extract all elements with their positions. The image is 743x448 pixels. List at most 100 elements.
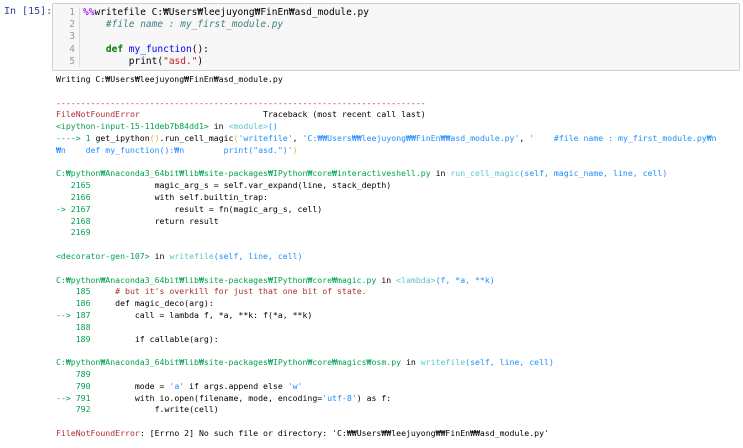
code-token: Traceback (most recent call last): [139, 109, 426, 120]
code-token: call = lambda f, *a, **k: f(*a, **k): [90, 309, 313, 320]
output-line: 2168 return result: [56, 216, 740, 228]
code-token: def magic_deco(arg):: [90, 298, 214, 309]
output-line: FileNotFoundError Traceback (most recent…: [56, 109, 740, 121]
code-token: mode =: [90, 380, 170, 391]
code-token: writefile: [169, 250, 214, 261]
code-token: ,: [519, 132, 530, 143]
code-token: <module>: [228, 121, 268, 132]
code-token: 'a': [169, 380, 185, 391]
code-token: Writing C:₩Users₩leejuyong₩FinEn₩asd_mod…: [56, 74, 283, 84]
code-token: FileNotFoundError: [56, 427, 140, 438]
code-token: C:₩python₩Anaconda3_64bit₩lib₩site-packa…: [56, 168, 431, 179]
code-token: 189: [56, 333, 91, 344]
code-token: writefile: [420, 357, 466, 368]
code-token: 790: [56, 380, 91, 391]
code-cell-input[interactable]: 12345 %%writefile C:₩Users₩leejuyong₩Fin…: [52, 3, 740, 71]
code-token: %%: [83, 7, 95, 18]
output-line: FileNotFoundError: [Errno 2] No such fil…: [56, 428, 740, 440]
output-line: <ipython-input-15-11deb7b84dd1> in <modu…: [56, 121, 740, 133]
code-token: 2168: [56, 215, 91, 226]
code-token: 792: [56, 404, 91, 415]
code-token: run_cell_magic: [450, 168, 520, 179]
code-token: if callable(arg):: [90, 333, 219, 344]
code-token: : [Errno 2] No such file or directory: '…: [139, 427, 549, 438]
code-token: (): [267, 121, 278, 132]
code-token: in: [430, 168, 451, 179]
code-token: C:₩python₩Anaconda3_64bit₩lib₩site-packa…: [56, 357, 402, 368]
code-token: 2165: [56, 180, 91, 191]
code-token: def: [105, 43, 124, 55]
output-line: ----------------------------------------…: [56, 98, 740, 110]
code-token: 789: [56, 368, 91, 379]
code-token: ----------------------------------------…: [56, 97, 426, 108]
code-token: C:₩python₩Anaconda3_64bit₩lib₩site-packa…: [56, 274, 377, 285]
output-line: C:₩python₩Anaconda3_64bit₩lib₩site-packa…: [56, 275, 740, 287]
code-token: in: [401, 357, 421, 368]
code-token: 2169: [56, 227, 91, 238]
code-token: ,: [292, 132, 303, 143]
code-token: FileNotFoundError: [56, 109, 140, 120]
code-token: <ipython-input-15-11deb7b84dd1>: [56, 121, 209, 132]
output-line: 2169: [56, 227, 740, 239]
output-line: 189 if callable(arg):: [56, 334, 740, 346]
code-token: 185: [56, 286, 91, 297]
code-token: magic_arg_s = self.var_expand(line, stac…: [90, 180, 392, 191]
output-line: C:₩python₩Anaconda3_64bit₩lib₩site-packa…: [56, 168, 740, 180]
output-line: --> 791 with io.open(filename, mode, enc…: [56, 393, 740, 405]
code-token: 2166: [56, 191, 91, 202]
code-token: run_cell_magic: [164, 132, 234, 143]
output-line: 790 mode = 'a' if args.append else 'w': [56, 381, 740, 393]
code-token: <decorator-gen-107>: [56, 250, 150, 261]
code-token: 'w': [287, 380, 303, 391]
code-token: in: [149, 250, 170, 261]
code-token: <lambda>: [396, 274, 436, 285]
code-token: #file name : my_first_module.py: [83, 19, 284, 31]
code-line: #file name : my_first_module.py: [83, 19, 733, 31]
code-token: f.write(cell): [90, 404, 219, 415]
output-line: -> 2167 result = fn(magic_arg_s, cell): [56, 204, 740, 216]
code-token: writefile C:₩Users₩leejuyong₩FinEn₩asd_m…: [94, 7, 369, 18]
code-token: print(: [83, 55, 164, 67]
code-token: ₩n def my_function():₩n print("asd.")': [56, 144, 293, 155]
code-token: in: [376, 274, 397, 285]
output-line: --> 187 call = lambda f, *a, **k: f(*a, …: [56, 310, 740, 322]
code-token: 'C:₩₩Users₩₩leejuyong₩₩FinEn₩₩asd_module…: [302, 132, 520, 143]
output-line: 789: [56, 369, 740, 381]
code-token: --> 791: [56, 392, 91, 403]
code-token: --> 187: [56, 309, 91, 320]
code-token: with io.open(filename, mode, encoding=: [90, 392, 323, 403]
cell-output-traceback: Writing C:₩Users₩leejuyong₩FinEn₩asd_mod…: [56, 74, 740, 440]
code-token: (f, *a, **k): [435, 274, 495, 285]
code-token: ' #file name : my_first_module.py₩n: [529, 132, 717, 143]
code-token: ): [197, 55, 204, 67]
output-line: ----> 1 get_ipython().run_cell_magic('wr…: [56, 133, 740, 145]
code-token: ): [292, 144, 298, 155]
code-token: (self, magic_name, line, cell): [519, 168, 668, 179]
code-editor[interactable]: %%writefile C:₩Users₩leejuyong₩FinEn₩asd…: [83, 7, 733, 68]
code-token: ) as f:: [356, 392, 392, 403]
output-line: <decorator-gen-107> in writefile(self, l…: [56, 251, 740, 263]
code-token: # but it's overkill for just that one bi…: [90, 286, 367, 297]
code-token: 'writefile': [238, 132, 293, 143]
code-line: print("asd."): [83, 56, 733, 68]
code-token: return result: [90, 215, 219, 226]
line-number: 1: [69, 7, 75, 18]
code-token: (self, line, cell): [465, 357, 554, 368]
output-line: 186 def magic_deco(arg):: [56, 298, 740, 310]
code-token: ----> 1: [56, 132, 96, 143]
code-token: if args.append else: [184, 380, 288, 391]
line-number: 5: [69, 55, 75, 67]
code-token: 186: [56, 298, 91, 309]
output-line: 2166 with self.builtin_trap:: [56, 192, 740, 204]
code-token: in: [208, 121, 229, 132]
output-line: 2165 magic_arg_s = self.var_expand(line,…: [56, 180, 740, 192]
code-token: 188: [56, 321, 91, 332]
code-token: get_ipython: [95, 132, 150, 143]
code-token: (self, line, cell): [213, 250, 303, 261]
